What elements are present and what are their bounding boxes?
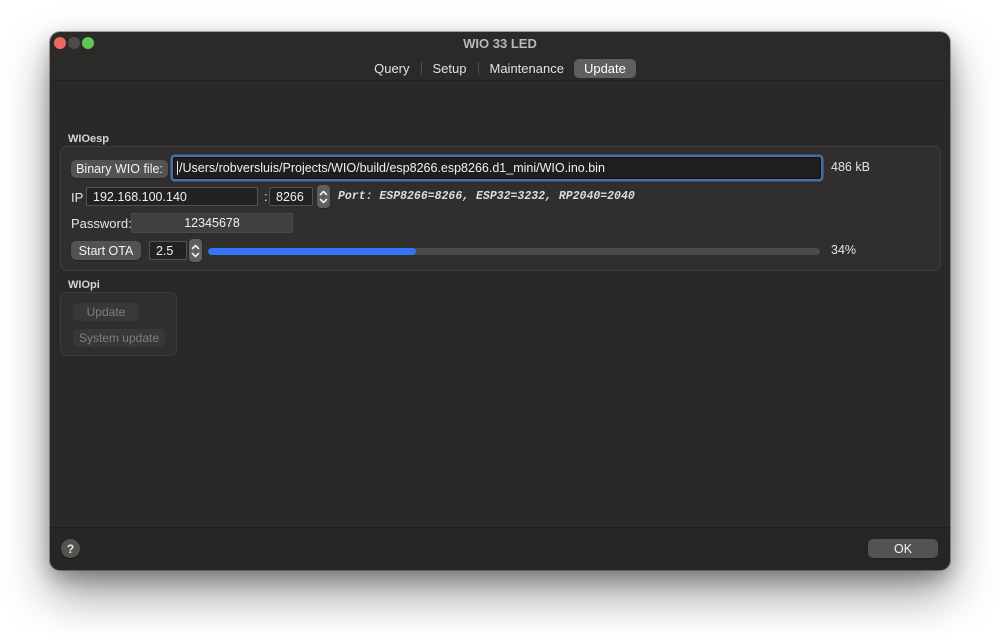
progress-percent-label: 34% xyxy=(831,243,856,257)
port-stepper[interactable] xyxy=(317,185,330,208)
timeout-input[interactable]: 2.5 xyxy=(149,241,187,260)
port-hint-label: Port: ESP8266=8266, ESP32=3232, RP2040=2… xyxy=(338,190,635,203)
content-area: WIOesp Binary WIO file: /Users/robverslu… xyxy=(50,80,950,527)
ip-address-input[interactable]: 192.168.100.140 xyxy=(86,187,258,206)
binary-file-path-input[interactable]: /Users/robversluis/Projects/WIO/build/es… xyxy=(173,157,821,179)
wiopi-system-update-button[interactable]: System update xyxy=(73,329,165,347)
wiopi-update-button[interactable]: Update xyxy=(73,303,139,321)
file-size-label: 486 kB xyxy=(831,160,870,174)
tab-query[interactable]: Query xyxy=(364,59,419,78)
app-window: WIO 33 LED Query Setup Maintenance Updat… xyxy=(50,32,950,570)
progress-fill xyxy=(208,248,416,255)
wioesp-group-label: WIOesp xyxy=(68,133,109,145)
chevron-down-icon xyxy=(319,198,328,204)
binary-wio-file-button[interactable]: Binary WIO file: xyxy=(71,160,168,178)
ip-label: IP xyxy=(71,190,83,205)
tab-update[interactable]: Update xyxy=(574,59,636,78)
ok-button[interactable]: OK xyxy=(868,539,938,558)
wioesp-group-box: Binary WIO file: /Users/robversluis/Proj… xyxy=(60,146,941,271)
chevron-down-icon xyxy=(191,252,200,258)
title-bar: WIO 33 LED xyxy=(50,32,950,55)
password-input[interactable]: 12345678 xyxy=(131,213,293,233)
ip-port-separator: : xyxy=(264,189,268,204)
port-input[interactable]: 8266 xyxy=(269,187,313,206)
tab-separator xyxy=(421,62,422,75)
timeout-stepper[interactable] xyxy=(189,239,202,262)
tab-setup[interactable]: Setup xyxy=(423,59,477,78)
window-title: WIO 33 LED xyxy=(50,32,950,55)
tab-bar: Query Setup Maintenance Update xyxy=(50,56,950,80)
footer-bar: ? OK xyxy=(50,527,950,570)
wiopi-group-box: Update System update xyxy=(60,292,177,356)
wiopi-group-label: WIOpi xyxy=(68,279,100,291)
help-button[interactable]: ? xyxy=(61,539,80,558)
start-ota-button[interactable]: Start OTA xyxy=(71,241,141,260)
tab-separator xyxy=(478,62,479,75)
tab-maintenance[interactable]: Maintenance xyxy=(480,59,574,78)
chevron-up-icon xyxy=(191,244,200,250)
binary-file-path-value: /Users/robversluis/Projects/WIO/build/es… xyxy=(178,161,605,175)
chevron-up-icon xyxy=(319,190,328,196)
ota-progress-bar xyxy=(208,248,820,255)
password-label: Password: xyxy=(71,216,132,231)
